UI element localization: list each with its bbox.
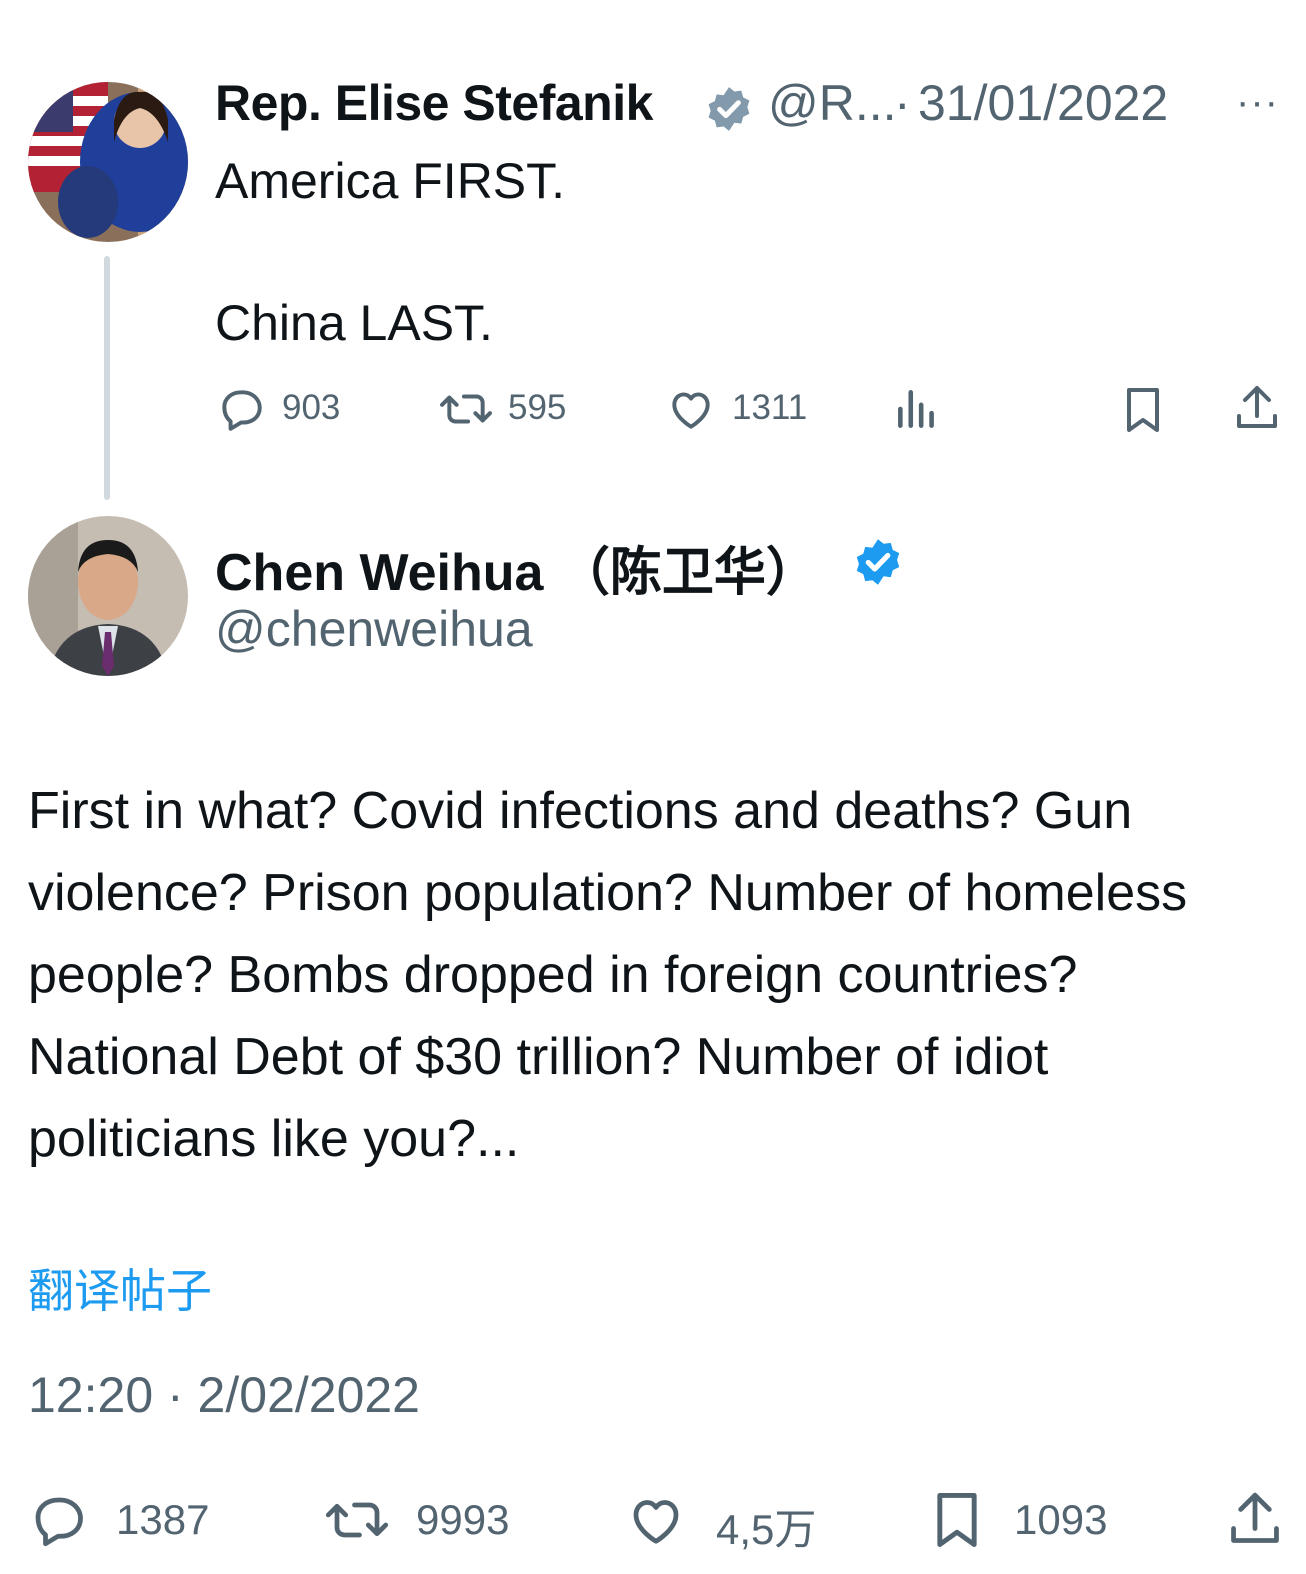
avatar-elise-stefanik[interactable] xyxy=(28,82,188,242)
reply-icon xyxy=(216,384,266,439)
author-handle[interactable]: @R... xyxy=(768,74,897,132)
tweet-date[interactable]: 31/01/2022 xyxy=(918,74,1168,132)
thread-connector-line xyxy=(104,256,110,500)
government-badge-icon xyxy=(704,84,754,139)
bookmark-icon xyxy=(930,1488,984,1557)
bookmark-count: 1093 xyxy=(1014,1496,1108,1543)
reply-icon xyxy=(28,1490,88,1555)
tweet-timestamp[interactable]: 12:20 · 2/02/2022 xyxy=(28,1366,420,1424)
views-icon xyxy=(894,384,940,439)
separator-dot: · xyxy=(894,75,911,131)
like-icon xyxy=(626,1490,686,1555)
like-icon xyxy=(666,384,716,439)
more-icon[interactable]: ··· xyxy=(1236,80,1279,125)
bookmark-icon xyxy=(1120,384,1166,441)
translate-post-link[interactable]: 翻译帖子 xyxy=(28,1255,212,1321)
share-icon xyxy=(1226,1488,1284,1555)
reply-count: 903 xyxy=(282,388,341,427)
author-name[interactable]: Chen Weihua （陈卫华） xyxy=(215,530,818,605)
reply-count: 1387 xyxy=(116,1496,210,1543)
avatar-image xyxy=(28,516,188,676)
share-icon xyxy=(1232,382,1282,439)
retweet-count: 595 xyxy=(508,388,567,427)
avatar-image xyxy=(28,82,188,242)
tweet-text: First in what? Covid infections and deat… xyxy=(28,782,1188,1168)
author-handle[interactable]: @chenweihua xyxy=(215,600,533,658)
like-count: 1311 xyxy=(732,388,808,427)
verified-badge-icon xyxy=(852,536,904,593)
like-count: 4,5万 xyxy=(716,1506,817,1553)
retweet-count: 9993 xyxy=(416,1496,510,1543)
avatar-chen-weihua[interactable] xyxy=(28,516,188,676)
tweet-text-line-2: China LAST. xyxy=(215,295,493,351)
tweet-text-line-1: America FIRST. xyxy=(215,153,566,209)
author-name[interactable]: Rep. Elise Stefanik xyxy=(215,74,653,132)
retweet-icon xyxy=(438,384,494,439)
retweet-icon xyxy=(324,1490,390,1555)
